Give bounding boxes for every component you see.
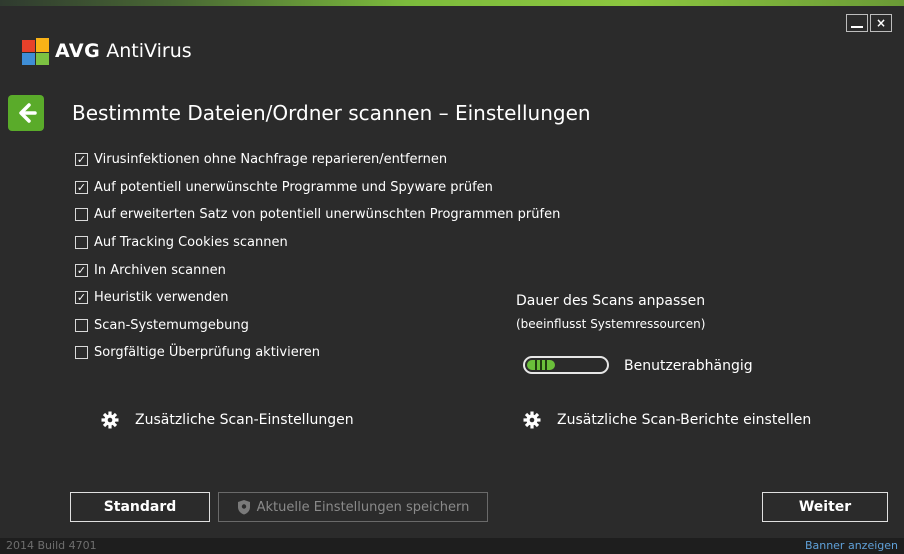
standard-button[interactable]: Standard: [70, 492, 210, 522]
extra-scan-settings-link[interactable]: Zusätzliche Scan-Einstellungen: [101, 409, 354, 431]
save-settings-button[interactable]: Aktuelle Einstellungen speichern: [218, 492, 488, 522]
option-extended-pup[interactable]: Auf erweiterten Satz von potentiell uner…: [75, 205, 560, 223]
save-settings-label: Aktuelle Einstellungen speichern: [256, 499, 470, 515]
option-heuristics[interactable]: ✓ Heuristik verwenden: [75, 288, 229, 306]
option-label: Sorgfältige Überprüfung aktivieren: [94, 344, 321, 360]
app-title: AVG AntiVirus: [55, 40, 192, 62]
option-label: Scan-Systemumgebung: [94, 317, 249, 333]
slider-handle[interactable]: [535, 360, 547, 370]
duration-subtitle: (beeinflusst Systemressourcen): [516, 317, 706, 331]
checkbox[interactable]: [75, 345, 88, 359]
extra-scan-settings-label: Zusätzliche Scan-Einstellungen: [135, 412, 354, 428]
brand-bold: AVG: [55, 40, 101, 62]
option-label: Heuristik verwenden: [94, 289, 229, 305]
option-label: Auf Tracking Cookies scannen: [94, 234, 288, 250]
option-archives[interactable]: ✓ In Archiven scannen: [75, 261, 226, 279]
back-button[interactable]: [8, 95, 44, 131]
page-title: Bestimmte Dateien/Ordner scannen – Einst…: [72, 101, 591, 125]
option-thorough-scan[interactable]: Sorgfältige Überprüfung aktivieren: [75, 343, 320, 361]
option-pup-spyware[interactable]: ✓ Auf potentiell unerwünschte Programme …: [75, 178, 493, 196]
extra-scan-reports-label: Zusätzliche Scan-Berichte einstellen: [557, 412, 812, 428]
gear-icon: [101, 411, 119, 429]
brand-name: AntiVirus: [106, 40, 192, 62]
shield-icon: [237, 500, 250, 515]
build-info: 2014 Build 4701: [6, 539, 97, 552]
duration-value-label: Benutzerabhängig: [624, 358, 753, 374]
top-accent-stripe: [0, 0, 904, 6]
option-system-environment[interactable]: Scan-Systemumgebung: [75, 316, 249, 334]
option-label: Auf potentiell unerwünschte Programme un…: [94, 179, 493, 195]
option-label: In Archiven scannen: [94, 262, 226, 278]
show-banner-link[interactable]: Banner anzeigen: [805, 538, 898, 554]
checkbox[interactable]: ✓: [75, 180, 88, 194]
extra-scan-reports-link[interactable]: Zusätzliche Scan-Berichte einstellen: [523, 409, 811, 431]
option-repair[interactable]: ✓ Virusinfektionen ohne Nachfrage repari…: [75, 150, 447, 168]
gear-icon: [523, 411, 541, 429]
duration-title: Dauer des Scans anpassen: [516, 293, 706, 309]
option-label: Auf erweiterten Satz von potentiell uner…: [94, 206, 561, 222]
checkbox[interactable]: [75, 318, 88, 332]
checkbox[interactable]: [75, 235, 88, 249]
minimize-icon[interactable]: [846, 14, 868, 32]
avg-logo: [22, 38, 49, 65]
scan-duration-slider[interactable]: [523, 356, 609, 374]
checkbox[interactable]: ✓: [75, 290, 88, 304]
checkbox[interactable]: ✓: [75, 263, 88, 277]
close-icon[interactable]: ×: [870, 14, 892, 32]
option-tracking-cookies[interactable]: Auf Tracking Cookies scannen: [75, 233, 288, 251]
status-bar: 2014 Build 4701 Banner anzeigen: [0, 538, 904, 554]
next-button[interactable]: Weiter: [762, 492, 888, 522]
option-label: Virusinfektionen ohne Nachfrage reparier…: [94, 151, 448, 167]
checkbox[interactable]: ✓: [75, 152, 88, 166]
checkbox[interactable]: [75, 207, 88, 221]
arrow-left-icon: [19, 103, 37, 123]
